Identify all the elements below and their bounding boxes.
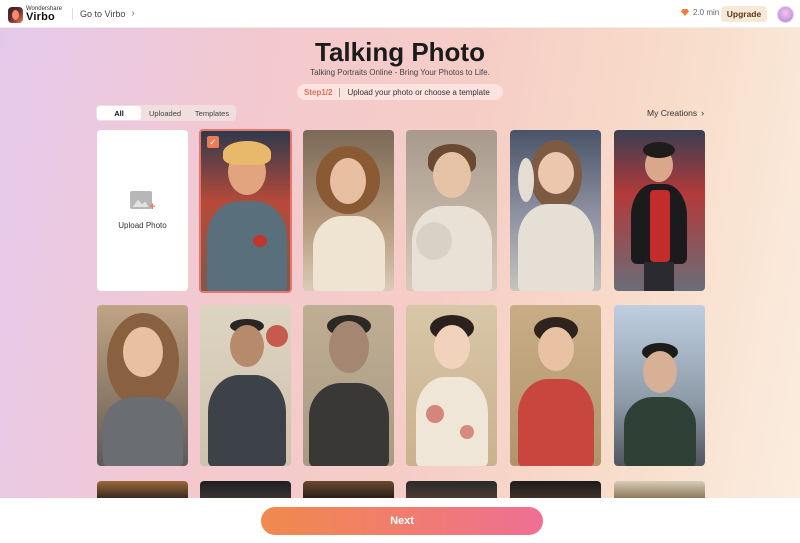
tab-uploaded[interactable]: Uploaded xyxy=(141,106,189,120)
template-photo-5[interactable] xyxy=(614,130,705,291)
brand-name: Virbo xyxy=(26,11,55,23)
step-number: Step1/2 xyxy=(304,87,333,97)
template-photo-9[interactable] xyxy=(406,305,497,466)
chevron-right-icon: › xyxy=(131,8,135,19)
credits-indicator: 2.0 min xyxy=(681,8,719,17)
go-to-virbo-label: Go to Virbo xyxy=(80,8,126,19)
template-photo-8[interactable] xyxy=(303,305,394,466)
template-photo-11[interactable] xyxy=(614,305,705,466)
chevron-right-icon: › xyxy=(701,108,705,118)
user-avatar[interactable] xyxy=(777,6,794,23)
template-photo-14[interactable] xyxy=(303,481,394,498)
template-photo-2[interactable] xyxy=(303,130,394,291)
step-divider xyxy=(339,87,341,97)
virbo-logo-icon xyxy=(8,6,23,23)
credits-value: 2.0 min xyxy=(693,8,720,17)
template-photo-12[interactable] xyxy=(97,481,188,498)
template-photo-7[interactable] xyxy=(200,305,291,466)
upload-photo-card[interactable]: + Upload Photo xyxy=(97,130,188,291)
divider xyxy=(72,8,73,20)
template-photo-6[interactable] xyxy=(97,305,188,466)
template-photo-10[interactable] xyxy=(510,305,601,466)
go-to-virbo-link[interactable]: Go to Virbo › xyxy=(80,8,135,19)
filter-tabs: All Uploaded Templates xyxy=(96,105,236,121)
page-subtitle: Talking Portraits Online - Bring Your Ph… xyxy=(310,68,490,77)
add-image-icon: + xyxy=(129,191,156,213)
template-photo-4[interactable] xyxy=(510,130,601,291)
next-button[interactable]: Next xyxy=(261,507,543,535)
tab-templates[interactable]: Templates xyxy=(189,106,235,120)
selected-check-icon: ✓ xyxy=(207,136,219,148)
my-creations-label: My Creations xyxy=(647,108,698,118)
step-indicator: Step1/2 Upload your photo or choose a te… xyxy=(297,84,503,100)
page-title: Talking Photo xyxy=(315,37,485,67)
upload-photo-label: Upload Photo xyxy=(118,221,167,230)
template-photo-3[interactable] xyxy=(406,130,497,291)
template-photo-17[interactable] xyxy=(614,481,705,498)
virbo-logo[interactable]: Wondershare Virbo xyxy=(8,6,62,23)
template-photo-16[interactable] xyxy=(510,481,601,498)
upgrade-button[interactable]: Upgrade xyxy=(721,6,767,22)
step-description: Upload your photo or choose a template xyxy=(347,87,490,97)
my-creations-link[interactable]: My Creations › xyxy=(647,108,704,118)
tab-all[interactable]: All xyxy=(97,106,141,120)
diamond-icon xyxy=(681,9,689,16)
top-bar: Wondershare Virbo Go to Virbo › 2.0 min … xyxy=(0,0,800,28)
template-photo-1[interactable]: ✓ xyxy=(199,129,292,293)
template-photo-15[interactable] xyxy=(406,481,497,498)
template-photo-13[interactable] xyxy=(200,481,291,498)
